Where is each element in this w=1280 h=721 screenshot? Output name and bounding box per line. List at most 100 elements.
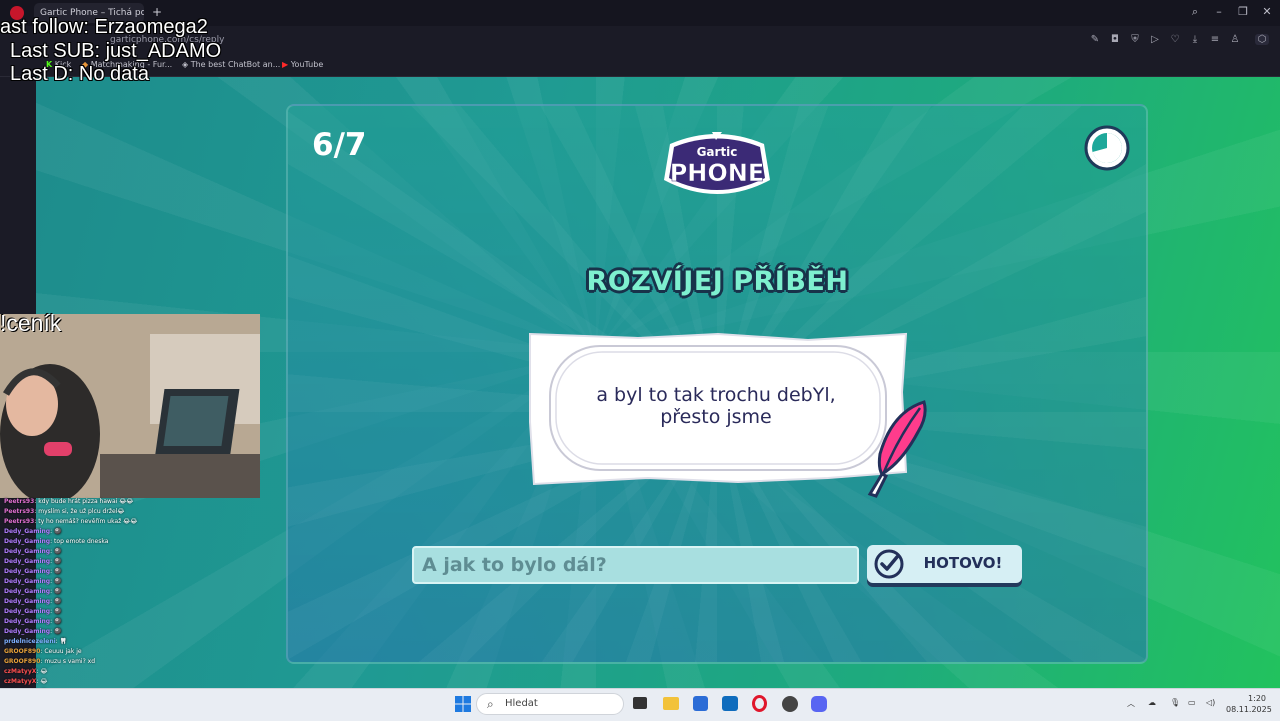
clock-date: 08.11.2025	[1226, 705, 1272, 714]
chat-message: Dedy_Gaming: 🎱	[0, 617, 260, 627]
chat-text: 🎱	[54, 608, 62, 615]
chat-username[interactable]: GROOF890	[4, 658, 40, 665]
check-icon	[874, 549, 904, 579]
tray-clock[interactable]: 1:20 08.11.2025	[1226, 693, 1272, 715]
chat-username[interactable]: czMatyyX	[4, 668, 36, 675]
chat-message: GROOF890: Ceuuu jak je	[0, 647, 260, 657]
chat-text: 🎱	[54, 618, 62, 625]
tray-chevron-icon[interactable]: ︿	[1127, 698, 1135, 709]
outlook-icon[interactable]	[722, 696, 738, 711]
chat-text: ty ho nemáš? nevěřím ukaž 😂😂	[38, 518, 138, 525]
chat-text: 🎱	[54, 528, 62, 535]
chat-username[interactable]: Peetrs93	[4, 498, 34, 505]
discord-icon[interactable]	[811, 696, 827, 712]
last-follow-overlay: ast follow: Erzaomega2	[0, 16, 208, 38]
chat-message: prdelnicezeleni: 🦷	[0, 637, 260, 647]
obs-icon[interactable]	[782, 696, 798, 712]
chat-username[interactable]: Dedy_Gaming	[4, 528, 50, 535]
chat-message: Dedy_Gaming: 🎱	[0, 547, 260, 557]
windows-start-icon[interactable]	[455, 696, 471, 712]
page-heading: ROZVÍJEJ PŘÍBĚH	[586, 266, 849, 297]
quill-icon	[867, 400, 927, 498]
chat-username[interactable]: prdelnicezeleni	[4, 638, 56, 645]
chat-message: Dedy_Gaming: 🎱	[0, 527, 260, 537]
opera-icon[interactable]	[752, 695, 767, 712]
chat-username[interactable]: Dedy_Gaming	[4, 588, 50, 595]
webcam-feed	[0, 314, 260, 498]
task-view-icon[interactable]	[633, 697, 647, 709]
chat-username[interactable]: czMatyyX	[4, 678, 36, 685]
done-button-label: HOTOVO!	[923, 554, 1003, 572]
logo-top-text: Gartic	[697, 145, 738, 159]
tray-volume-icon[interactable]: ◁)	[1206, 698, 1215, 707]
chat-text: 😂	[40, 678, 48, 685]
chat-text: kdy bude hrát pizza hawai 😂😂	[38, 498, 134, 505]
chat-username[interactable]: Peetrs93	[4, 508, 34, 515]
download-icon[interactable]: ⤓	[1188, 34, 1202, 45]
chat-message: Dedy_Gaming: 🎱	[0, 577, 260, 587]
camera-icon[interactable]: ◘	[1108, 34, 1122, 45]
chat-text: 🎱	[54, 558, 62, 565]
chat-message: Dedy_Gaming: 🎱	[0, 557, 260, 567]
chat-message: Dedy_Gaming: 🎱	[0, 627, 260, 637]
taskbar-search[interactable]: ⌕ Hledat	[476, 693, 624, 715]
gartic-phone-logo: Gartic PHONE	[664, 132, 770, 194]
file-explorer-icon[interactable]	[663, 697, 679, 710]
shield-icon[interactable]: ⛨	[1128, 34, 1142, 45]
menu-icon[interactable]: ≡	[1208, 34, 1222, 45]
tray-network-icon[interactable]: ☁	[1148, 698, 1156, 707]
chat-message: Dedy_Gaming: top emote dneska	[0, 537, 260, 547]
chat-username[interactable]: Dedy_Gaming	[4, 558, 50, 565]
chat-text: 🎱	[54, 568, 62, 575]
chat-username[interactable]: Dedy_Gaming	[4, 598, 50, 605]
chat-text: myslím si, že už plcu držel😂	[38, 508, 125, 515]
chat-text: 🎱	[54, 628, 62, 635]
timer-icon	[1084, 125, 1130, 171]
maximize-icon[interactable]: ❐	[1235, 5, 1251, 18]
chat-message: Peetrs93: kdy bude hrát pizza hawai 😂😂	[0, 497, 260, 507]
story-input[interactable]	[412, 546, 859, 584]
round-counter: 6/7	[312, 127, 367, 163]
webcam-scene	[0, 314, 260, 498]
chat-message: czMatyyX: 😂	[0, 677, 260, 687]
chat-text: 🎱	[54, 548, 62, 555]
search-tabs-icon[interactable]: ⌕	[1187, 5, 1203, 19]
logo-bottom-text: PHONE	[670, 159, 765, 187]
chat-message: Peetrs93: myslím si, že už plcu držel😂	[0, 507, 260, 517]
last-donation-overlay: Last D: No data	[10, 63, 149, 85]
chat-text: 😂	[40, 668, 48, 675]
minimize-icon[interactable]: –	[1211, 5, 1227, 18]
last-sub-overlay: Last SUB: just_ADAMO	[10, 40, 222, 62]
tray-display-icon[interactable]: ▭	[1188, 698, 1196, 707]
bookmark-youtube[interactable]: ▶ YouTube	[282, 58, 323, 72]
cenik-overlay: !ceník	[0, 310, 62, 336]
close-icon[interactable]: ✕	[1259, 5, 1275, 18]
youtube-icon: ▶	[282, 60, 289, 69]
chat-text: 🎱	[54, 578, 62, 585]
chat-text: muzu s vami? xd	[44, 658, 96, 665]
extensions-icon[interactable]: ⬡	[1255, 34, 1269, 45]
chat-username[interactable]: GROOF890	[4, 648, 40, 655]
story-line-2: přesto jsme	[660, 406, 772, 428]
story-line-1: a byl to tak trochu debYl,	[596, 384, 836, 406]
tray-microphone-icon[interactable]: 🎙	[1170, 698, 1180, 707]
chat-text: Ceuuu jak je	[44, 648, 82, 655]
edit-icon[interactable]: ✎	[1088, 34, 1102, 45]
play-icon[interactable]: ▷	[1148, 34, 1162, 45]
chat-message: Peetrs93: ty ho nemáš? nevěřím ukaž 😂😂	[0, 517, 260, 527]
chat-username[interactable]: Dedy_Gaming	[4, 618, 50, 625]
chat-username[interactable]: Peetrs93	[4, 518, 34, 525]
taskbar-search-label: Hledat	[505, 698, 538, 709]
chat-username[interactable]: Dedy_Gaming	[4, 628, 50, 635]
chat-username[interactable]: Dedy_Gaming	[4, 578, 50, 585]
chat-message: GROOF890: muzu s vami? xd	[0, 657, 260, 667]
chat-username[interactable]: Dedy_Gaming	[4, 538, 50, 545]
chat-username[interactable]: Dedy_Gaming	[4, 548, 50, 555]
store-icon[interactable]	[693, 696, 708, 711]
heart-icon[interactable]: ♡	[1168, 34, 1182, 45]
chat-username[interactable]: Dedy_Gaming	[4, 568, 50, 575]
profile-icon[interactable]: ♙	[1228, 34, 1242, 45]
chat-username[interactable]: Dedy_Gaming	[4, 608, 50, 615]
chat-text: 🦷	[59, 638, 68, 645]
chat-message: czMatyyX: 😂	[0, 667, 260, 677]
